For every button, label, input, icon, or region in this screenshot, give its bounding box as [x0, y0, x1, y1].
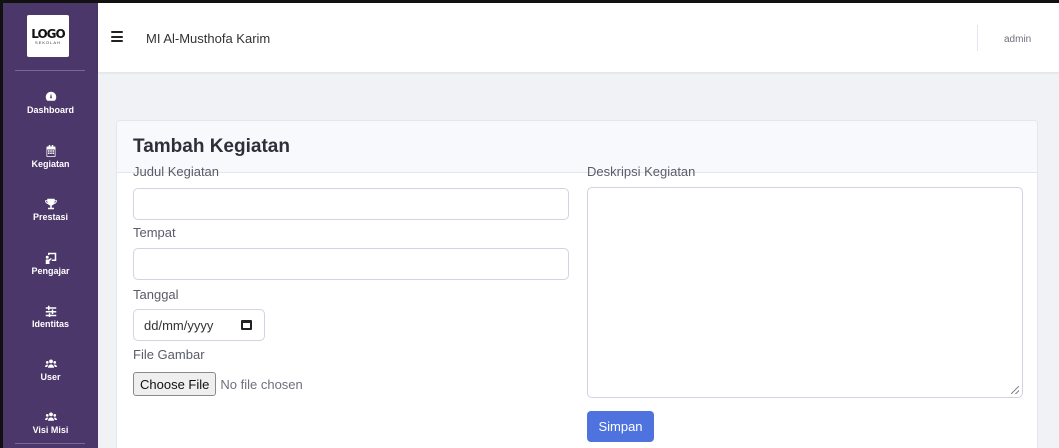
menu-toggle-icon[interactable] — [111, 31, 123, 42]
sidebar-item-label: Kegiatan — [31, 159, 70, 169]
form-card: Tambah Kegiatan Judul Kegiatan Tempat Ta… — [116, 120, 1038, 448]
deskripsi-kegiatan-textarea[interactable] — [587, 187, 1023, 398]
sidebar-item-kegiatan[interactable]: Kegiatan — [3, 135, 98, 179]
file-gambar-label: File Gambar — [133, 347, 205, 362]
app-window: LOGO SEKOLAH Dashboard Kegiatan Prestasi — [0, 0, 1059, 448]
choose-file-button[interactable]: Choose File — [133, 372, 217, 396]
school-logo[interactable]: LOGO SEKOLAH — [27, 15, 69, 57]
tempat-input[interactable] — [133, 248, 569, 280]
sidebar-item-label: Identitas — [31, 319, 69, 329]
sidebar-divider — [15, 443, 85, 444]
logo-text: LOGO — [31, 26, 65, 41]
file-gambar-input[interactable]: Choose File No file chosen — [133, 372, 303, 396]
tanggal-label: Tanggal — [133, 287, 179, 302]
logo-subtext: SEKOLAH — [35, 39, 61, 45]
chalkboard-teacher-icon — [45, 252, 56, 264]
user-menu[interactable]: admin — [1004, 34, 1031, 45]
sidebar-divider — [15, 70, 85, 71]
app-title: MI Al-Musthofa Karim — [146, 31, 271, 46]
sidebar-item-label: User — [40, 372, 61, 382]
dashboard-icon — [45, 91, 56, 101]
sidebar-item-visi-misi[interactable]: Visi Misi — [3, 401, 98, 445]
topbar: MI Al-Musthofa Karim admin — [98, 3, 1059, 72]
sliders-icon — [45, 305, 56, 317]
resize-handle-icon[interactable] — [1011, 386, 1019, 394]
sidebar-item-dashboard[interactable]: Dashboard — [3, 81, 98, 125]
sidebar-item-prestasi[interactable]: Prestasi — [3, 188, 98, 232]
card-header: Tambah Kegiatan — [117, 121, 1037, 173]
sidebar-item-label: Dashboard — [26, 105, 74, 115]
calendar-picker-icon[interactable] — [241, 320, 252, 330]
sidebar-item-identitas[interactable]: Identitas — [3, 295, 98, 339]
topbar-divider — [977, 25, 978, 51]
date-placeholder: dd/mm/yyyy — [144, 317, 214, 333]
sidebar-item-label: Pengajar — [31, 266, 70, 276]
page-title: Tambah Kegiatan — [133, 136, 290, 157]
trophy-icon — [44, 198, 57, 210]
users-icon — [44, 412, 57, 421]
calendar-icon — [46, 145, 55, 157]
sidebar: LOGO SEKOLAH Dashboard Kegiatan Prestasi — [3, 3, 98, 448]
simpan-button[interactable]: Simpan — [587, 411, 654, 442]
tanggal-date-input[interactable]: dd/mm/yyyy — [133, 309, 265, 341]
sidebar-item-label: Prestasi — [32, 212, 69, 222]
judul-kegiatan-input[interactable] — [133, 188, 569, 220]
sidebar-item-pengajar[interactable]: Pengajar — [3, 242, 98, 286]
users-icon — [44, 359, 57, 368]
sidebar-item-label: Visi Misi — [32, 425, 69, 435]
file-status: No file chosen — [220, 376, 303, 392]
deskripsi-label: Deskripsi Kegiatan — [587, 164, 696, 179]
sidebar-item-user[interactable]: User — [3, 348, 98, 392]
judul-label: Judul Kegiatan — [133, 164, 220, 179]
tempat-label: Tempat — [133, 225, 176, 240]
